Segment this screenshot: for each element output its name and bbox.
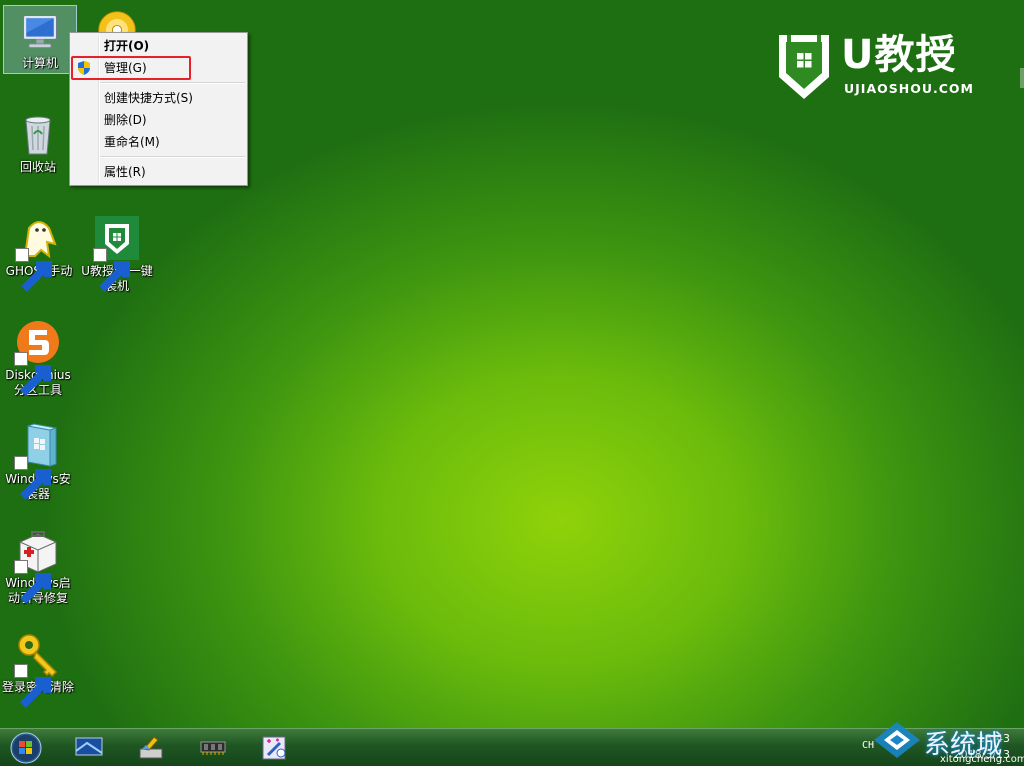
windows-installer-icon — [14, 422, 62, 470]
desktop-icon-label: 回收站 — [1, 160, 75, 175]
menu-item-label: 删除(D) — [104, 113, 147, 127]
computer-icon — [18, 10, 62, 54]
annotation-highlight-box — [71, 56, 191, 80]
start-button[interactable] — [6, 731, 46, 765]
logo-name: U教授 — [841, 31, 956, 79]
desktop-icon-ujiaoshou[interactable]: U教授PE一键装机 — [79, 214, 155, 294]
menu-item-create-shortcut[interactable]: 创建快捷方式(S) — [70, 87, 247, 109]
ujiaoshou-icon — [93, 214, 141, 262]
toolbox-icon — [14, 526, 62, 574]
watermark-diamond-icon — [872, 720, 922, 760]
menu-item-label: 重命名(M) — [104, 135, 160, 149]
desktop: 计算机 回收站 — [0, 0, 1024, 728]
desktop-icon-windows-installer[interactable]: Windows安装器 — [1, 422, 75, 502]
menu-item-label: 属性(R) — [104, 165, 146, 179]
shortcut-arrow-icon — [93, 248, 107, 262]
menu-item-rename[interactable]: 重命名(M) — [70, 131, 247, 153]
brush-icon — [134, 731, 166, 763]
watermark-url: xitongcheng.com — [940, 754, 1024, 765]
windows-orb-icon — [6, 731, 46, 765]
edge-tab — [1020, 68, 1024, 88]
shortcut-arrow-icon — [15, 248, 29, 262]
menu-separator — [100, 82, 245, 84]
brand-logo: U教授 UJIAOSHOU.COM — [777, 33, 987, 103]
menu-item-properties[interactable]: 属性(R) — [70, 161, 247, 183]
menu-item-delete[interactable]: 删除(D) — [70, 109, 247, 131]
desktop-icon-password-clear[interactable]: 登录密码清除 — [1, 630, 75, 695]
taskbar-app-memory[interactable] — [193, 731, 233, 763]
shortcut-arrow-icon — [14, 560, 28, 574]
menu-separator — [100, 156, 245, 158]
ghost-icon — [15, 214, 63, 262]
diskgenius-icon — [14, 318, 62, 366]
taskbar-app-cleanup[interactable] — [130, 731, 170, 763]
desktop-icon-recycle-bin[interactable]: 回收站 — [1, 110, 75, 175]
taskbar-app-wizard[interactable] — [254, 731, 294, 763]
desktop-icon-computer[interactable]: 计算机 — [3, 5, 77, 74]
menu-item-label: 打开(O) — [104, 39, 149, 53]
desktop-icon-ghost[interactable]: GHOST手动 — [2, 214, 76, 279]
desktop-icon-diskgenius[interactable]: Diskgenius分区工具 — [1, 318, 75, 398]
desktop-icon-boot-repair[interactable]: Windows启动引导修复 — [1, 526, 75, 606]
display-icon — [73, 731, 105, 763]
recycle-bin-icon — [14, 110, 62, 158]
memory-chip-icon — [197, 731, 229, 763]
magic-wand-icon — [258, 731, 290, 763]
shortcut-arrow-icon — [14, 352, 28, 366]
key-icon — [14, 630, 62, 678]
shortcut-arrow-icon — [14, 456, 28, 470]
menu-item-label: 创建快捷方式(S) — [104, 91, 193, 105]
context-menu: 打开(O) 管理(G) 创建快捷方式(S) 删除(D) 重命名(M) 属性(R) — [69, 32, 248, 186]
shield-logo-icon — [777, 33, 831, 101]
menu-item-open[interactable]: 打开(O) — [70, 35, 247, 57]
taskbar-app-display[interactable] — [69, 731, 109, 763]
watermark: 系统城 xitongcheng.com — [870, 720, 1020, 760]
shortcut-arrow-icon — [14, 664, 28, 678]
logo-url: UJIAOSHOU.COM — [844, 81, 974, 96]
desktop-icon-label: 计算机 — [4, 56, 76, 71]
